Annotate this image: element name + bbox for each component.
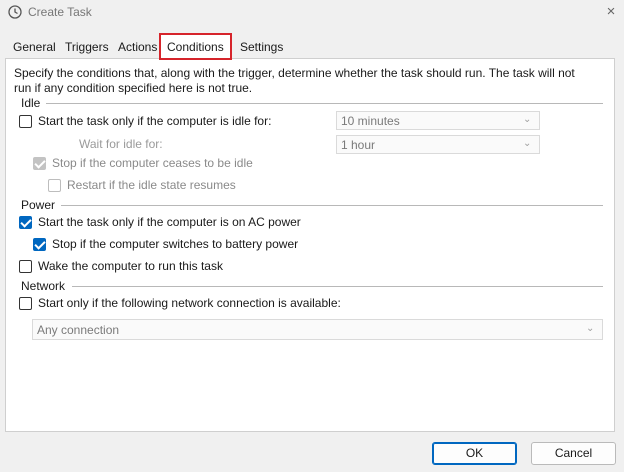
stop-on-battery-row[interactable]: Stop if the computer switches to battery… <box>33 236 298 252</box>
restart-if-idle-resumes-checkbox[interactable] <box>48 178 61 192</box>
chevron-down-icon: ⌄ <box>523 138 532 149</box>
stop-if-ceases-idle-label: Stop if the computer ceases to be idle <box>52 156 253 170</box>
start-on-ac-power-checkbox[interactable] <box>19 215 32 229</box>
tab-general[interactable]: General <box>9 38 60 59</box>
tab-triggers[interactable]: Triggers <box>61 38 113 59</box>
conditions-description-line1: Specify the conditions that, along with … <box>14 66 575 80</box>
power-section-heading: Power <box>21 198 56 212</box>
restart-if-idle-resumes-label: Restart if the idle state resumes <box>67 178 236 192</box>
start-if-idle-checkbox[interactable] <box>19 114 32 128</box>
network-section-heading: Network <box>21 279 66 293</box>
start-if-idle-label: Start the task only if the computer is i… <box>38 114 272 128</box>
ok-button[interactable]: OK <box>432 442 517 465</box>
wait-for-idle-dropdown[interactable]: 1 hour ⌄ <box>336 135 540 154</box>
task-scheduler-clock-icon <box>8 5 22 19</box>
title-bar: Create Task × <box>0 0 624 24</box>
stop-if-ceases-idle-checkbox[interactable] <box>33 156 46 170</box>
start-if-network-row[interactable]: Start only if the following network conn… <box>19 295 341 311</box>
conditions-description-line2: run if any condition specified here is n… <box>14 81 253 95</box>
chevron-down-icon: ⌄ <box>586 323 595 334</box>
tab-settings[interactable]: Settings <box>236 38 287 59</box>
stop-on-battery-label: Stop if the computer switches to battery… <box>52 237 299 251</box>
wake-to-run-row[interactable]: Wake the computer to run this task <box>19 258 223 274</box>
network-connection-dropdown[interactable]: Any connection ⌄ <box>32 319 603 340</box>
chevron-down-icon: ⌄ <box>523 114 532 125</box>
start-if-idle-row[interactable]: Start the task only if the computer is i… <box>19 113 271 129</box>
wake-to-run-label: Wake the computer to run this task <box>38 259 223 273</box>
wake-to-run-checkbox[interactable] <box>19 259 32 273</box>
window-title: Create Task <box>28 5 92 19</box>
network-connection-value: Any connection <box>37 323 120 337</box>
start-if-network-checkbox[interactable] <box>19 296 32 310</box>
cancel-button[interactable]: Cancel <box>531 442 616 465</box>
restart-if-idle-resumes-row[interactable]: Restart if the idle state resumes <box>48 177 236 193</box>
stop-if-ceases-idle-row[interactable]: Stop if the computer ceases to be idle <box>33 155 253 171</box>
idle-section-divider <box>46 103 603 104</box>
network-section-divider <box>72 286 603 287</box>
idle-duration-value: 10 minutes <box>341 114 400 128</box>
idle-duration-dropdown[interactable]: 10 minutes ⌄ <box>336 111 540 130</box>
close-icon[interactable]: × <box>600 2 622 22</box>
stop-on-battery-checkbox[interactable] <box>33 237 46 251</box>
tab-conditions[interactable]: Conditions <box>159 33 232 60</box>
start-on-ac-power-label: Start the task only if the computer is o… <box>38 215 301 229</box>
start-on-ac-power-row[interactable]: Start the task only if the computer is o… <box>19 214 301 230</box>
idle-section-heading: Idle <box>21 96 41 110</box>
start-if-network-label: Start only if the following network conn… <box>38 296 341 310</box>
wait-for-idle-value: 1 hour <box>341 138 376 152</box>
tab-actions[interactable]: Actions <box>114 38 161 59</box>
wait-for-idle-label: Wait for idle for: <box>79 137 163 151</box>
power-section-divider <box>61 205 603 206</box>
